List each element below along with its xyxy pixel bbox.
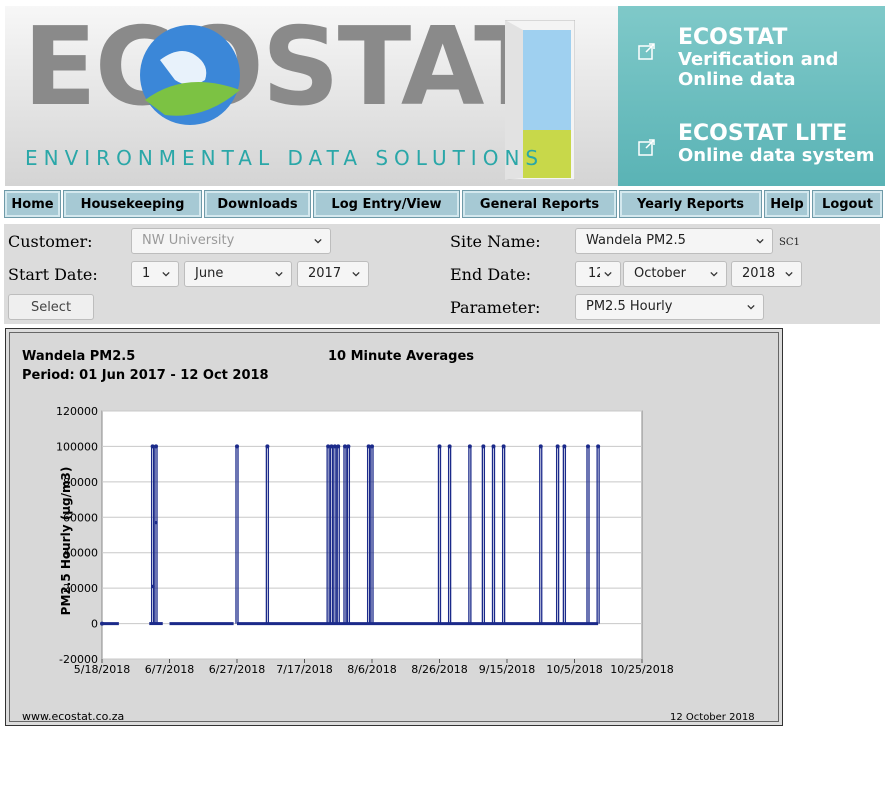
nav-logout[interactable]: Logout bbox=[812, 190, 883, 218]
chart-panel: Wandela PM2.5 Period: 01 Jun 2017 - 12 O… bbox=[5, 328, 783, 726]
chevron-down-icon bbox=[710, 271, 718, 277]
external-link-icon bbox=[638, 43, 655, 60]
x-tick-label: 5/18/2018 bbox=[74, 663, 130, 676]
chevron-down-icon bbox=[785, 271, 793, 277]
start-date-label: Start Date: bbox=[8, 265, 98, 284]
select-button[interactable]: Select bbox=[8, 294, 94, 320]
start-year-value: 2017 bbox=[308, 266, 342, 281]
external-link-icon bbox=[638, 139, 655, 156]
data-point bbox=[555, 444, 560, 449]
end-day-value: 12 bbox=[588, 266, 600, 281]
product-links-panel: ECOSTAT Verification and Online data ECO… bbox=[618, 6, 885, 186]
nav-help[interactable]: Help bbox=[764, 190, 810, 218]
data-point bbox=[235, 444, 239, 449]
data-point bbox=[437, 444, 442, 449]
data-point bbox=[467, 444, 472, 449]
nav-home[interactable]: Home bbox=[4, 190, 61, 218]
promo-title: ECOSTAT LITE bbox=[678, 121, 848, 146]
chart-footer-url: www.ecostat.co.za bbox=[22, 710, 125, 723]
nav-general-reports[interactable]: General Reports bbox=[462, 190, 617, 218]
nav-log-entry-view[interactable]: Log Entry/View bbox=[313, 190, 460, 218]
chevron-down-icon bbox=[352, 271, 360, 277]
chevron-down-icon bbox=[604, 271, 612, 277]
nav-housekeeping[interactable]: Housekeeping bbox=[63, 190, 202, 218]
data-point bbox=[447, 444, 452, 449]
chart-footer-date: 12 October 2018 bbox=[670, 712, 755, 723]
start-day-select[interactable]: 1 bbox=[131, 261, 179, 287]
chart-frame: Wandela PM2.5 Period: 01 Jun 2017 - 12 O… bbox=[9, 332, 779, 723]
start-month-value: June bbox=[195, 266, 224, 281]
data-point bbox=[491, 444, 496, 449]
data-point bbox=[100, 621, 104, 626]
x-tick-label: 6/27/2018 bbox=[209, 663, 265, 676]
start-month-select[interactable]: June bbox=[184, 261, 292, 287]
start-year-select[interactable]: 2017 bbox=[297, 261, 369, 287]
customer-value: NW University bbox=[142, 233, 235, 248]
promo-ecostat-lite[interactable]: ECOSTAT LITE Online data system bbox=[638, 122, 875, 166]
report-filter-form: Customer: NW University Start Date: 1 Ju… bbox=[4, 224, 880, 324]
y-tick-label: 120000 bbox=[56, 405, 98, 418]
x-tick-label: 10/25/2018 bbox=[610, 663, 673, 676]
chevron-down-icon bbox=[314, 238, 322, 244]
data-point bbox=[586, 444, 590, 449]
customer-select: NW University bbox=[131, 228, 331, 254]
y-axis-label: PM2.5 Hourly (µg/m3) bbox=[59, 467, 73, 616]
chart-plot: -200000200004000060000800001000001200005… bbox=[56, 405, 674, 676]
end-month-select[interactable]: October bbox=[623, 261, 727, 287]
data-point bbox=[346, 444, 351, 449]
y-tick-label: 0 bbox=[91, 618, 98, 631]
data-point bbox=[265, 444, 270, 449]
end-month-value: October bbox=[634, 266, 687, 281]
data-point bbox=[154, 521, 158, 525]
promo-ecostat[interactable]: ECOSTAT Verification and Online data bbox=[638, 26, 838, 90]
parameter-label: Parameter: bbox=[450, 298, 541, 317]
customer-label: Customer: bbox=[8, 232, 93, 251]
site-code: SC1 bbox=[779, 237, 800, 248]
x-tick-label: 7/17/2018 bbox=[276, 663, 332, 676]
data-point bbox=[370, 444, 374, 449]
x-tick-label: 10/5/2018 bbox=[546, 663, 602, 676]
chevron-down-icon bbox=[747, 304, 755, 310]
data-point bbox=[596, 444, 601, 449]
end-year-value: 2018 bbox=[742, 266, 776, 281]
data-point bbox=[336, 444, 341, 449]
main-nav: Home Housekeeping Downloads Log Entry/Vi… bbox=[4, 190, 884, 218]
end-day-select[interactable]: 12 bbox=[575, 261, 621, 287]
chevron-down-icon bbox=[756, 238, 764, 244]
data-point bbox=[151, 584, 155, 588]
x-tick-label: 9/15/2018 bbox=[479, 663, 535, 676]
x-tick-label: 6/7/2018 bbox=[145, 663, 194, 676]
y-tick-label: 100000 bbox=[56, 440, 98, 453]
chevron-down-icon bbox=[162, 271, 170, 277]
x-tick-label: 8/6/2018 bbox=[347, 663, 396, 676]
data-point bbox=[562, 444, 567, 449]
promo-subtitle: Verification and bbox=[678, 49, 839, 70]
data-point bbox=[501, 444, 506, 449]
chevron-down-icon bbox=[275, 271, 283, 277]
promo-subtitle: Online data bbox=[678, 69, 796, 90]
parameter-select[interactable]: PM2.5 Hourly bbox=[575, 294, 764, 320]
ecostat-logo-panel: ECOSTAT ENVIRONMENTAL DATA SOLUTIONS bbox=[5, 6, 618, 186]
nav-downloads[interactable]: Downloads bbox=[204, 190, 311, 218]
parameter-value: PM2.5 Hourly bbox=[586, 299, 673, 314]
end-date-label: End Date: bbox=[450, 265, 531, 284]
nav-yearly-reports[interactable]: Yearly Reports bbox=[619, 190, 762, 218]
ecostat-logo: ECOSTAT bbox=[23, 6, 548, 130]
promo-subtitle: Online data system bbox=[678, 145, 875, 166]
site-name-label: Site Name: bbox=[450, 232, 541, 251]
header-banner: ECOSTAT ENVIRONMENTAL DATA SOLUTIONS ECO… bbox=[5, 6, 885, 186]
promo-title: ECOSTAT bbox=[678, 25, 788, 50]
site-name-value: Wandela PM2.5 bbox=[586, 233, 686, 248]
end-year-select[interactable]: 2018 bbox=[731, 261, 802, 287]
x-tick-label: 8/26/2018 bbox=[411, 663, 467, 676]
globe-leaf-icon bbox=[140, 25, 240, 125]
data-point bbox=[481, 444, 486, 449]
site-name-select[interactable]: Wandela PM2.5 bbox=[575, 228, 773, 254]
tagline: ENVIRONMENTAL DATA SOLUTIONS bbox=[25, 146, 545, 170]
data-point bbox=[154, 444, 158, 449]
data-point bbox=[538, 444, 543, 449]
start-day-value: 1 bbox=[142, 266, 151, 281]
